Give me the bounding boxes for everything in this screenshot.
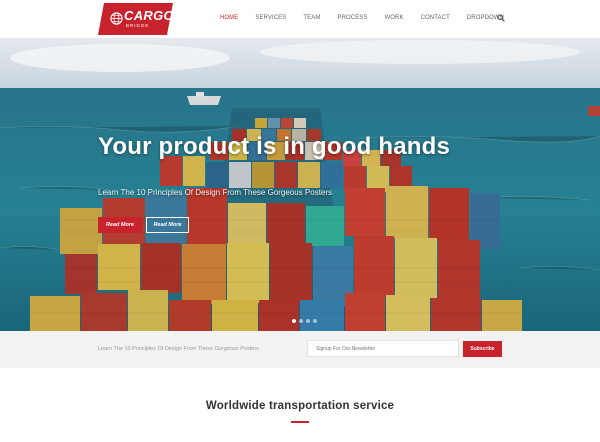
slider-dot[interactable]: [306, 319, 310, 323]
nav-item-team[interactable]: TEAM: [303, 15, 320, 21]
slider-dot[interactable]: [292, 319, 296, 323]
slider-dots: [292, 319, 317, 323]
globe-icon: [110, 12, 123, 25]
main-nav: HOME SERVICES TEAM PROCESS WORK CONTACT …: [203, 15, 504, 21]
read-more-outline-button[interactable]: Read More: [146, 217, 189, 233]
logo-subtitle: BRIDGE: [126, 23, 150, 28]
logo[interactable]: CARGO BRIDGE: [98, 3, 174, 35]
newsletter-text: Learn The 10 Principles Of Design From T…: [98, 346, 259, 352]
section-title: Worldwide transportation service: [205, 400, 395, 412]
read-more-button[interactable]: Read More: [98, 217, 142, 233]
nav-item-services[interactable]: SERVICES: [255, 15, 286, 21]
nav-item-work[interactable]: WORK: [385, 15, 404, 21]
logo-name: CARGO: [124, 8, 174, 23]
nav-item-process[interactable]: PROCESS: [337, 15, 367, 21]
hero-title: Your product is in good hands: [98, 133, 451, 160]
nav-item-contact[interactable]: CONTACT: [421, 15, 450, 21]
slider-dot[interactable]: [313, 319, 317, 323]
hero-slider: Your product is in good hands Learn The …: [0, 38, 600, 331]
subscribe-button[interactable]: Subscribe: [463, 341, 502, 357]
site-header: CARGO BRIDGE HOME SERVICES TEAM PROCESS …: [0, 0, 600, 38]
newsletter-email-input[interactable]: [307, 340, 459, 357]
search-icon[interactable]: [497, 14, 505, 22]
newsletter-bar: Learn The 10 Principles Of Design From T…: [0, 331, 600, 368]
hero-subtitle: Learn The 10 Principles Of Design From T…: [98, 188, 333, 197]
section-title-underline: [291, 421, 309, 423]
nav-item-home[interactable]: HOME: [220, 15, 238, 21]
hero-background-image: [0, 38, 600, 331]
slider-dot[interactable]: [299, 319, 303, 323]
